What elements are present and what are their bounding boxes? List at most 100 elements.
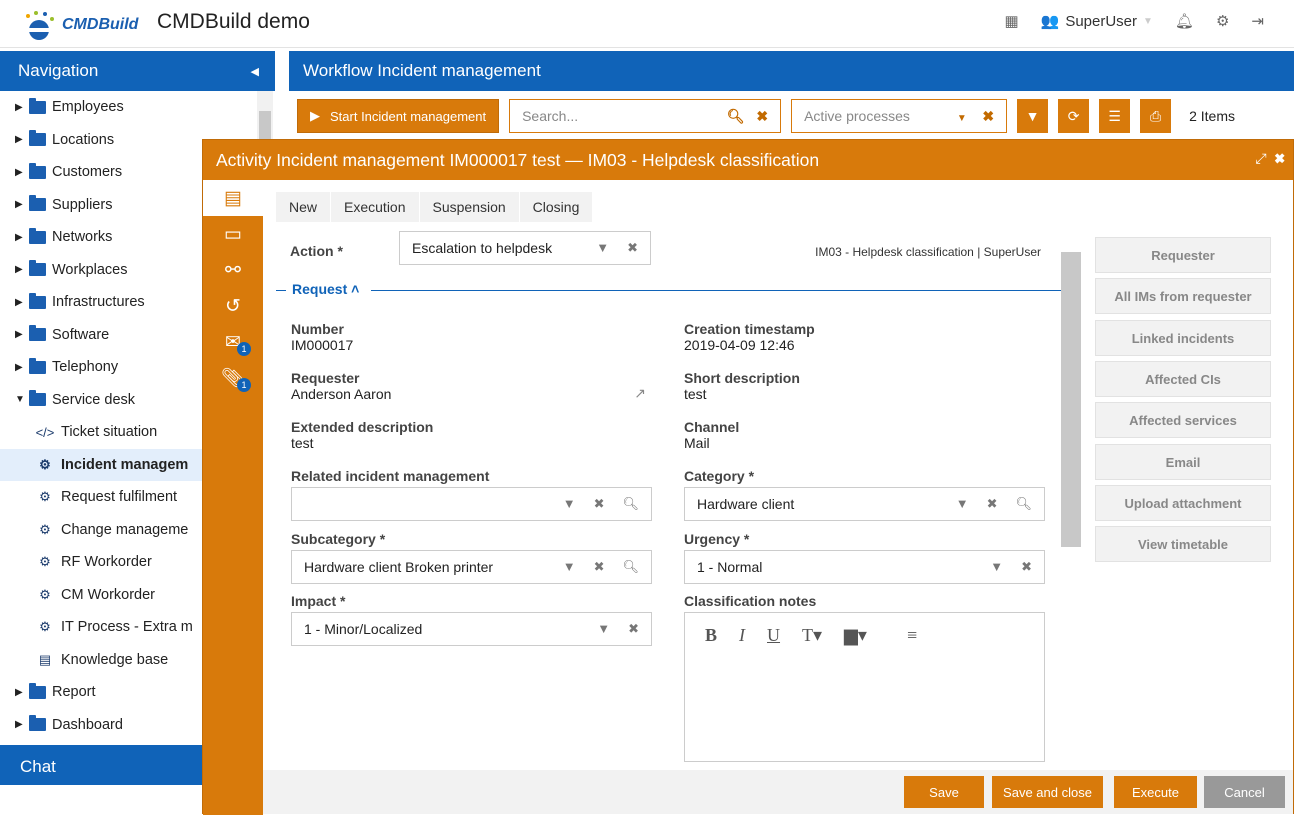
folder-icon [29,292,46,309]
nav-item-label: Suppliers [52,196,113,213]
classification-notes-editor[interactable]: B I U T▾ ▆▾ ≡ [684,612,1045,762]
menu-icon[interactable]: ☰ [1099,99,1131,133]
subcategory-select[interactable]: Hardware client Broken printer ▼ ✖ 🔍︎ [291,550,652,584]
gear-icon: ⚙ [39,521,51,537]
chevron-down-icon[interactable]: ▼ [596,240,609,256]
side-action-button[interactable]: Affected CIs [1095,361,1271,397]
clear-icon[interactable]: ✖ [594,496,605,512]
collapse-icon[interactable]: ◀ [251,65,259,78]
tab-history[interactable]: ↺ [203,288,263,324]
caret-right-icon[interactable]: ▶ [15,102,27,113]
folder-icon [29,227,46,244]
process-filter-select[interactable]: Active processes ▼ ✖ [791,99,1008,133]
impact-select[interactable]: 1 - Minor/Localized ▼ ✖ [291,612,652,646]
gear-icon: ⚙ [39,489,51,505]
tab-attachments[interactable]: 📎︎ 1 [203,360,263,396]
dialog-title: Activity Incident management IM000017 te… [216,150,820,170]
caret-right-icon[interactable]: ▶ [15,719,27,730]
tab-email[interactable]: ✉ 1 [203,324,263,360]
side-action-button[interactable]: All IMs from requester [1095,278,1271,314]
form-scrollbar[interactable] [1061,230,1081,760]
caret-right-icon[interactable]: ▶ [15,199,27,210]
search-input[interactable]: Search... 🔍︎ ✖ [509,99,782,133]
caret-right-icon[interactable]: ▶ [15,297,27,308]
caret-down-icon[interactable]: ▼ [15,394,27,405]
chevron-down-icon[interactable]: ▼ [956,496,969,512]
external-link-icon[interactable]: ↗ [634,385,646,402]
maximize-icon[interactable]: ⤢ [1255,150,1266,166]
number-value: IM000017 [291,337,354,353]
side-action-button[interactable]: Affected services [1095,402,1271,438]
bell-icon[interactable]: 🔔︎ [1175,12,1194,30]
folder-icon [29,162,46,179]
chevron-down-icon[interactable]: ▼ [563,559,576,575]
nav-item[interactable]: ▶ Employees [0,91,275,124]
filter-icon[interactable]: ▼ [1017,99,1049,133]
action-select[interactable]: Escalation to helpdesk ▼ ✖ [399,231,651,265]
related-select[interactable]: ▼ ✖ 🔍︎ [291,487,652,521]
side-action-button[interactable]: Linked incidents [1095,320,1271,356]
subcategory-value: Hardware client Broken printer [304,559,494,575]
short-description-value: test [684,386,707,402]
side-action-button[interactable]: View timetable [1095,526,1271,562]
search-icon[interactable]: 🔍︎ [622,559,639,575]
caret-right-icon[interactable]: ▶ [15,167,27,178]
chevron-down-icon[interactable]: ▼ [957,113,967,124]
nav-item-label: Software [52,326,110,343]
caret-right-icon[interactable]: ▶ [15,687,27,698]
save-and-close-button[interactable]: Save and close [992,776,1103,808]
gear-icon: ⚙ [39,586,51,602]
chevron-down-icon[interactable]: ▼ [597,621,610,637]
short-description-field: Short description test [684,370,800,402]
user-menu[interactable]: 👥 SuperUser ▼ [1041,12,1153,31]
side-action-button[interactable]: Requester [1095,237,1271,273]
chevron-down-icon[interactable]: ▼ [990,559,1003,575]
search-icon[interactable]: 🔍︎ [727,108,745,124]
category-select[interactable]: Hardware client ▼ ✖ 🔍︎ [684,487,1045,521]
clear-icon[interactable]: ✖ [628,621,639,637]
search-icon[interactable]: 🔍︎ [622,496,639,512]
side-action-button[interactable]: Upload attachment [1095,485,1271,521]
clear-icon[interactable]: ✖ [1021,559,1032,575]
align-icon[interactable]: ≡ [907,625,917,646]
cancel-button[interactable]: Cancel [1204,776,1285,808]
clear-icon[interactable]: ✖ [987,496,998,512]
caret-right-icon[interactable]: ▶ [15,232,27,243]
tab-card[interactable]: ▤ [203,180,263,216]
gear-icon[interactable]: ⚙ [1216,12,1229,30]
urgency-select[interactable]: 1 - Normal ▼ ✖ [684,550,1045,584]
folder-icon [29,260,46,277]
navigation-header: Navigation ◀ [0,51,275,91]
email-count-badge: 1 [237,342,251,356]
print-icon[interactable]: ⎙ [1140,99,1172,133]
text-color-icon[interactable]: T▾ [802,625,822,646]
caret-right-icon[interactable]: ▶ [15,264,27,275]
clear-icon[interactable]: ✖ [982,108,994,124]
tab-notes[interactable]: ▭ [203,216,263,252]
folder-icon [29,195,46,212]
tab-relations[interactable]: ⚯ [203,252,263,288]
calendar-icon[interactable]: ▦ [1004,12,1018,30]
items-count: 2 Items [1189,108,1235,124]
execute-button[interactable]: Execute [1114,776,1197,808]
start-process-button[interactable]: ▶ Start Incident management [297,99,500,133]
caret-right-icon[interactable]: ▶ [15,134,27,145]
close-icon[interactable]: ✖ [1274,150,1285,166]
background-color-icon[interactable]: ▆▾ [844,625,867,646]
request-section-header[interactable]: Request ˄ [276,281,1061,301]
save-button[interactable]: Save [904,776,984,808]
workflow-toolbar: ▶ Start Incident management Search... 🔍︎… [297,98,1235,134]
chevron-down-icon[interactable]: ▼ [563,496,576,512]
underline-icon[interactable]: U [767,625,780,646]
refresh-icon[interactable]: ⟳ [1058,99,1090,133]
clear-icon[interactable]: ✖ [756,108,768,124]
caret-right-icon[interactable]: ▶ [15,362,27,373]
search-icon[interactable]: 🔍︎ [1015,496,1032,512]
clear-icon[interactable]: ✖ [594,559,605,575]
logout-icon[interactable]: ⇥ [1251,12,1264,30]
italic-icon[interactable]: I [739,625,745,646]
side-action-button[interactable]: Email [1095,444,1271,480]
bold-icon[interactable]: B [705,625,717,646]
caret-right-icon[interactable]: ▶ [15,329,27,340]
clear-icon[interactable]: ✖ [627,240,638,256]
